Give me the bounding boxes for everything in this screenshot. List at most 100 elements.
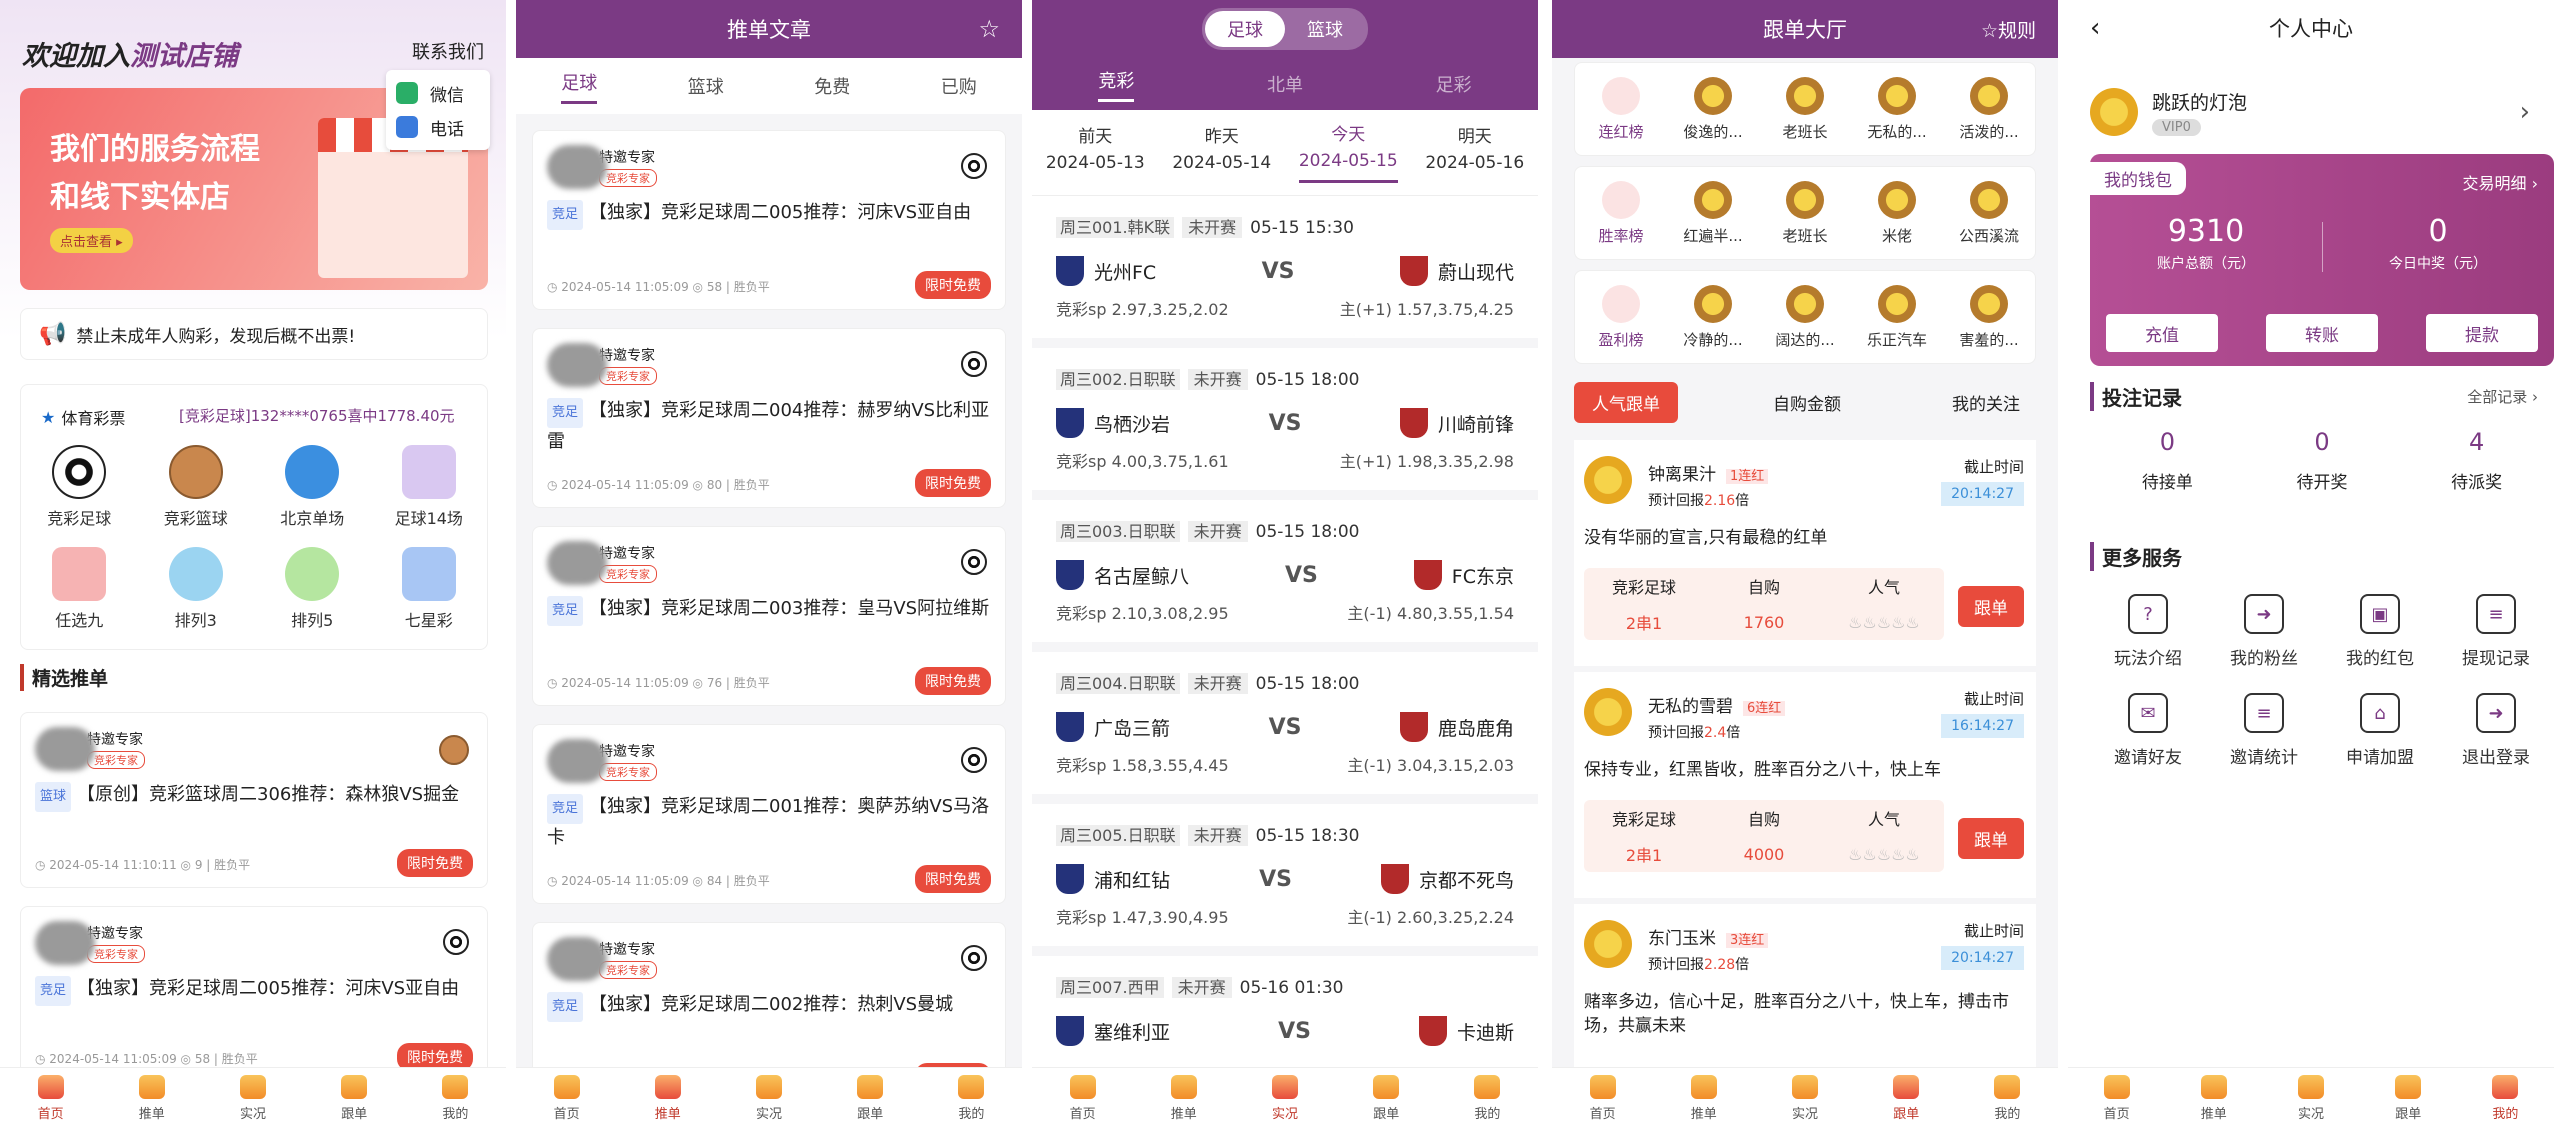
- free-button[interactable]: 限时免费: [915, 469, 991, 497]
- match-card[interactable]: 周三003.日职联 未开赛 05-15 18:00 名古屋鲸八 VS FC东京 竞彩sp 2…: [1032, 500, 1538, 642]
- game-jclq[interactable]: 竞彩篮球: [138, 445, 255, 529]
- tab-1[interactable]: 篮球: [688, 73, 724, 99]
- user-row[interactable]: 跳跃的灯泡 VIP0 ›: [2090, 78, 2530, 146]
- lottery-tab-2[interactable]: 足彩: [1436, 71, 1472, 97]
- service-item[interactable]: ⌂ 申请加盟: [2322, 693, 2438, 768]
- tab-follow[interactable]: 跟单: [2360, 1068, 2457, 1129]
- tab-mine[interactable]: 我的: [405, 1068, 506, 1129]
- rank-user[interactable]: 害羞的...: [1949, 284, 2029, 350]
- tab-follow[interactable]: 跟单: [820, 1068, 921, 1129]
- back-icon[interactable]: ‹: [2090, 13, 2100, 43]
- service-item[interactable]: ▣ 我的红包: [2322, 594, 2438, 669]
- trade-detail-link[interactable]: 交易明细 ›: [2463, 170, 2539, 194]
- match-card[interactable]: 周三005.日职联 未开赛 05-15 18:30 浦和红钻 VS 京都不死鸟 竞彩sp 1…: [1032, 804, 1538, 946]
- banner-view-button[interactable]: 点击查看 ▸: [50, 228, 133, 253]
- service-item[interactable]: ➜ 退出登录: [2438, 693, 2554, 768]
- rank-user[interactable]: 红遍半...: [1673, 180, 1753, 246]
- match-card[interactable]: 周三002.日职联 未开赛 05-15 18:00 鸟栖沙岩 VS 川崎前锋 竞彩sp 4.…: [1032, 348, 1538, 490]
- transfer-button[interactable]: 转账: [2266, 314, 2378, 352]
- tab-live[interactable]: 实况: [1234, 1068, 1335, 1129]
- date-tab[interactable]: 前天 2024-05-13: [1046, 124, 1145, 182]
- rank-user[interactable]: 乐正汽车: [1857, 284, 1937, 350]
- game-pl3[interactable]: 排列3: [138, 547, 255, 631]
- tab-mine[interactable]: 我的: [921, 1068, 1022, 1129]
- free-button[interactable]: 限时免费: [915, 865, 991, 893]
- tab-live[interactable]: 实况: [2262, 1068, 2359, 1129]
- filter-1[interactable]: 自购金额: [1757, 390, 1857, 415]
- contact-phone[interactable]: 电话: [396, 110, 480, 144]
- service-item[interactable]: ✉ 邀请好友: [2090, 693, 2206, 768]
- follow-button[interactable]: 跟单: [1958, 818, 2024, 859]
- post-card[interactable]: 特邀专家 竞彩专家 竞足 【独家】竞彩足球周二001推荐：奥萨苏纳VS马洛卡 ◷ 202…: [532, 724, 1006, 904]
- all-bets-link[interactable]: 全部记录 ›: [2467, 386, 2538, 407]
- service-item[interactable]: ≡ 提现记录: [2438, 594, 2554, 669]
- tab-posts[interactable]: 推单: [1133, 1068, 1234, 1129]
- tab-follow[interactable]: 跟单: [1856, 1068, 1957, 1129]
- bet-stat[interactable]: 0 待开奖: [2296, 428, 2347, 493]
- tab-home[interactable]: 首页: [1552, 1068, 1653, 1129]
- rank-type[interactable]: 连红榜: [1581, 76, 1661, 142]
- rank-user[interactable]: 老班长: [1765, 180, 1845, 246]
- rank-user[interactable]: 公西溪流: [1949, 180, 2029, 246]
- date-tab[interactable]: 今天 2024-05-15: [1298, 122, 1398, 183]
- rank-user[interactable]: 老班长: [1765, 76, 1845, 142]
- withdraw-button[interactable]: 提款: [2426, 314, 2538, 352]
- tab-live[interactable]: 实况: [718, 1068, 819, 1129]
- star-icon[interactable]: ☆: [978, 15, 1000, 43]
- filter-2[interactable]: 我的关注: [1936, 390, 2036, 415]
- game-qxc[interactable]: 七星彩: [371, 547, 488, 631]
- bet-stat[interactable]: 0 待接单: [2142, 428, 2193, 493]
- tab-3[interactable]: 已购: [941, 73, 977, 99]
- post-card[interactable]: 特邀专家 竞彩专家 竞足 【独家】竞彩足球周二005推荐：河床VS亚自由 ◷ 2024-…: [532, 130, 1006, 310]
- seg-football[interactable]: 足球: [1205, 11, 1285, 47]
- tab-live[interactable]: 实况: [202, 1068, 303, 1129]
- rank-user[interactable]: 阔达的...: [1765, 284, 1845, 350]
- game-rx9[interactable]: 任选九: [21, 547, 138, 631]
- tab-posts[interactable]: 推单: [2165, 1068, 2262, 1129]
- lottery-tab-0[interactable]: 竞彩: [1098, 67, 1135, 102]
- rank-user[interactable]: 冷静的...: [1673, 284, 1753, 350]
- tab-live[interactable]: 实况: [1754, 1068, 1855, 1129]
- tab-home[interactable]: 首页: [516, 1068, 617, 1129]
- match-card[interactable]: 周三001.韩K联 未开赛 05-15 15:30 光州FC VS 蔚山现代 竞彩sp 2.…: [1032, 196, 1538, 338]
- tab-2[interactable]: 免费: [814, 73, 850, 99]
- match-card[interactable]: 周三004.日职联 未开赛 05-15 18:00 广岛三箭 VS 鹿岛鹿角 竞彩sp 1.…: [1032, 652, 1538, 794]
- tab-home[interactable]: 首页: [0, 1068, 101, 1129]
- tab-mine[interactable]: 我的: [1957, 1068, 2058, 1129]
- tab-posts[interactable]: 推单: [101, 1068, 202, 1129]
- rank-user[interactable]: 无私的...: [1857, 76, 1937, 142]
- tab-0[interactable]: 足球: [561, 69, 598, 104]
- free-button[interactable]: 限时免费: [915, 271, 991, 299]
- order-card[interactable]: 无私的雪碧 6连红 预计回报2.4倍 截止时间 16:14:27 保持专业，红黑皆收，胜率…: [1574, 672, 2036, 898]
- bet-stat[interactable]: 4 待派奖: [2451, 428, 2502, 493]
- free-button[interactable]: 限时免费: [915, 667, 991, 695]
- tab-mine[interactable]: 我的: [1437, 1068, 1538, 1129]
- follow-button[interactable]: 跟单: [1958, 586, 2024, 627]
- post-card[interactable]: 特邀专家 竞彩专家 竞足 【独家】竞彩足球周二003推荐：皇马VS阿拉维斯 ◷ 2024…: [532, 526, 1006, 706]
- rank-type[interactable]: 盈利榜: [1581, 284, 1661, 350]
- free-button[interactable]: 限时免费: [397, 849, 473, 877]
- date-tab[interactable]: 明天 2024-05-16: [1425, 124, 1524, 182]
- tab-follow[interactable]: 跟单: [1336, 1068, 1437, 1129]
- post-card[interactable]: 特邀专家 竞彩专家 竞足 【独家】竞彩足球周二004推荐：赫罗纳VS比利亚雷 ◷ 202…: [532, 328, 1006, 508]
- service-item[interactable]: ≡ 邀请统计: [2206, 693, 2322, 768]
- lottery-tab-1[interactable]: 北单: [1267, 71, 1303, 97]
- contact-us-link[interactable]: 联系我们: [412, 38, 484, 64]
- contact-wechat[interactable]: 微信: [396, 76, 480, 110]
- order-card[interactable]: 钟离果汁 1连红 预计回报2.16倍 截止时间 20:14:27 没有华丽的宣言,只有最稳…: [1574, 440, 2036, 666]
- game-pl5[interactable]: 排列5: [254, 547, 371, 631]
- game-bjdc[interactable]: 北京单场: [254, 445, 371, 529]
- game-jczq[interactable]: 竞彩足球: [21, 445, 138, 529]
- filter-0[interactable]: 人气跟单: [1574, 381, 1678, 423]
- post-card[interactable]: 特邀专家 竞彩专家 竞足 【独家】竞彩足球周二005推荐：河床VS亚自由 ◷ 2024-…: [20, 906, 488, 1082]
- tab-posts[interactable]: 推单: [617, 1068, 718, 1129]
- rank-type[interactable]: 胜率榜: [1581, 180, 1661, 246]
- rank-user[interactable]: 俊逸的...: [1673, 76, 1753, 142]
- tab-posts[interactable]: 推单: [1653, 1068, 1754, 1129]
- service-item[interactable]: ? 玩法介绍: [2090, 594, 2206, 669]
- game-zc14[interactable]: 足球14场: [371, 445, 488, 529]
- post-card[interactable]: 特邀专家 竞彩专家 篮球 【原创】竞彩篮球周二306推荐：森林狼VS掘金 ◷ 2024-…: [20, 712, 488, 888]
- rank-user[interactable]: 米佬: [1857, 180, 1937, 246]
- tab-home[interactable]: 首页: [2068, 1068, 2165, 1129]
- seg-basketball[interactable]: 篮球: [1285, 11, 1365, 47]
